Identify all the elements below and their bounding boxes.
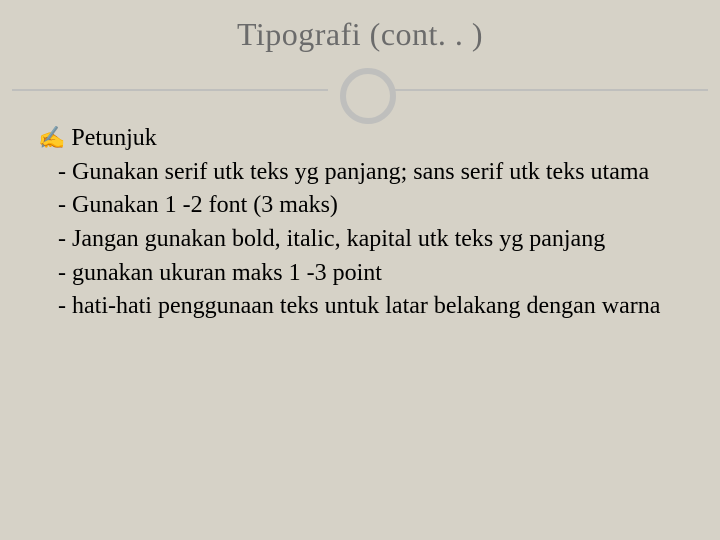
bullet-icon: ✍ — [38, 123, 65, 154]
slide: Tipografi (cont. . ) ✍ Petunjuk - Gunaka… — [0, 0, 720, 540]
divider — [0, 65, 720, 115]
body: ✍ Petunjuk - Gunakan serif utk teks yg p… — [0, 115, 720, 323]
list-item: - Gunakan 1 -2 font (3 maks) — [58, 190, 682, 222]
divider-circle-icon — [340, 68, 396, 124]
list-item: - gunakan ukuran maks 1 -3 point — [58, 258, 682, 290]
title-area: Tipografi (cont. . ) — [0, 0, 720, 53]
list-item: - Jangan gunakan bold, italic, kapital u… — [58, 224, 682, 256]
bullet-label: Petunjuk — [71, 123, 156, 155]
divider-line-left — [12, 89, 328, 91]
bullet-row: ✍ Petunjuk — [38, 123, 682, 155]
divider-line-right — [392, 89, 708, 91]
list-item: - hati-hati penggunaan teks untuk latar … — [58, 291, 682, 323]
slide-title: Tipografi (cont. . ) — [237, 16, 483, 53]
list-item: - Gunakan serif utk teks yg panjang; san… — [58, 157, 682, 189]
sub-list: - Gunakan serif utk teks yg panjang; san… — [58, 157, 682, 323]
